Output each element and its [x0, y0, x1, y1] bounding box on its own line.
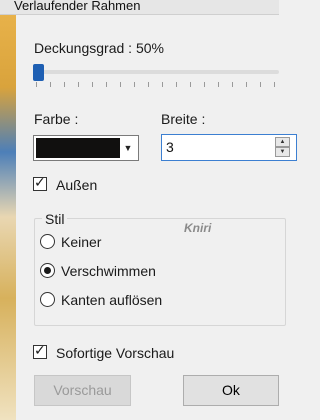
color-swatch — [36, 138, 120, 158]
radio-none[interactable] — [40, 234, 55, 249]
outside-label: Außen — [56, 177, 98, 193]
width-input[interactable]: 3 — [166, 139, 174, 155]
kniri-watermark: Kniri — [184, 221, 212, 235]
style-group-title: Stil — [42, 211, 68, 227]
opacity-slider-thumb[interactable] — [33, 64, 44, 81]
radio-dissolve-edges-label: Kanten auflösen — [61, 292, 163, 308]
opacity-slider-ticks — [36, 82, 279, 87]
width-label: Breite : — [161, 111, 206, 127]
outside-checkbox[interactable]: ✓ — [33, 174, 47, 191]
color-picker[interactable]: ▼ — [33, 135, 139, 161]
background-image-left — [0, 14, 16, 420]
chevron-down-icon[interactable]: ▼ — [120, 138, 136, 158]
instant-preview-label: Sofortige Vorschau — [56, 345, 175, 361]
ok-button[interactable]: Ok — [183, 375, 279, 406]
radio-dissolve-edges[interactable] — [40, 292, 55, 307]
width-spin-buttons: ▲ ▼ — [275, 137, 290, 158]
radio-blur[interactable] — [40, 263, 55, 278]
checkmark-icon: ✓ — [34, 174, 46, 190]
fade-frame-dialog: Deckungsgrad : 50% Farbe : ▼ Breite : 3 … — [16, 15, 297, 420]
opacity-slider-track[interactable] — [34, 70, 279, 74]
opacity-label: Deckungsgrad : 50% — [34, 40, 164, 56]
spin-down-icon[interactable]: ▼ — [275, 147, 290, 157]
preview-button[interactable]: Vorschau — [34, 375, 131, 406]
color-label: Farbe : — [34, 111, 79, 127]
instant-preview-checkbox[interactable]: ✓ — [33, 342, 47, 359]
radio-blur-label: Verschwimmen — [61, 263, 156, 279]
width-spinbox[interactable]: 3 ▲ ▼ — [161, 134, 297, 161]
checkmark-icon: ✓ — [34, 342, 46, 358]
radio-selected-dot — [44, 267, 51, 274]
radio-none-label: Keiner — [61, 234, 102, 250]
spin-up-icon[interactable]: ▲ — [275, 137, 290, 147]
window-title: Verlaufender Rahmen — [0, 0, 279, 15]
